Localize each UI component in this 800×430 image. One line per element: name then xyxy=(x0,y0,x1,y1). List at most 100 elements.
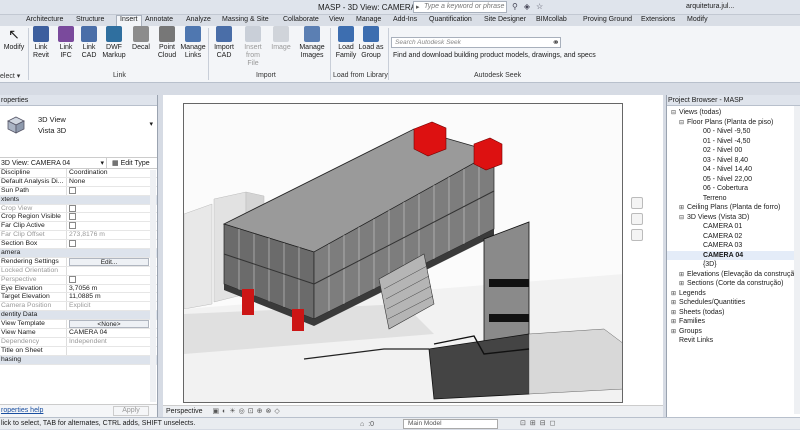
property-value[interactable]: Coordination xyxy=(67,169,157,177)
tab-extensions[interactable]: Extensions xyxy=(641,16,675,23)
checkbox[interactable] xyxy=(69,213,76,221)
tab-site-designer[interactable]: Site Designer xyxy=(484,16,526,23)
decal-button[interactable]: Decal xyxy=(128,26,154,52)
browser-item[interactable]: ⊞ Families xyxy=(667,317,800,327)
browser-item[interactable]: CAMERA 02 xyxy=(667,232,800,242)
user-account[interactable]: arquitetura.jul... xyxy=(686,3,734,10)
browser-item[interactable]: 06 - Cobertura xyxy=(667,184,800,194)
help-search-input[interactable]: ▸ Type a keyword or phrase xyxy=(413,1,507,13)
subscription-icon[interactable]: ◈ xyxy=(524,2,530,11)
type-selector[interactable]: 3D View Vista 3D ▾ xyxy=(0,106,157,158)
property-value[interactable]: Edit... xyxy=(67,257,157,266)
tab-massing-site[interactable]: Massing & Site xyxy=(222,16,269,23)
browser-item[interactable]: ⊟ Views (todas) xyxy=(667,108,800,118)
browser-item[interactable]: ⊞ Sections (Corte da construção) xyxy=(667,279,800,289)
property-value[interactable]: None xyxy=(67,178,157,186)
property-value[interactable] xyxy=(67,240,157,248)
tab-modify[interactable]: Modify xyxy=(687,16,708,23)
browser-item[interactable]: Revit Links xyxy=(667,336,800,346)
model-selector[interactable]: Main Model xyxy=(403,419,498,429)
browser-item[interactable]: ⊞ Sheets (todas) xyxy=(667,308,800,318)
view-scale-label[interactable]: Perspective xyxy=(166,408,203,415)
property-value[interactable]: 11,0885 m xyxy=(67,293,157,301)
checkbox[interactable] xyxy=(69,240,76,248)
seek-search-input[interactable]: Search Autodesk Seek xyxy=(391,37,561,48)
browser-item[interactable]: 03 - Nivel 8,40 xyxy=(667,156,800,166)
view-control-icons[interactable]: ▣◐☀◎⊡⊕⊗◇ xyxy=(213,408,283,415)
link-cad-button[interactable]: Link CAD xyxy=(76,26,102,60)
instance-filter-dropdown[interactable]: 3D View: CAMERA 04 ▾ xyxy=(0,158,107,169)
browser-scrollbar[interactable] xyxy=(794,106,800,414)
tab-analyze[interactable]: Analyze xyxy=(186,16,211,23)
browser-item[interactable]: CAMERA 04 xyxy=(667,250,800,260)
property-value[interactable]: <None> xyxy=(67,320,157,329)
viewcube-icon[interactable] xyxy=(631,229,643,241)
select-panel-label[interactable]: elect ▾ xyxy=(0,72,20,80)
point-cloud-button[interactable]: Point Cloud xyxy=(154,26,180,60)
tab-annotate[interactable]: Annotate xyxy=(145,16,173,23)
property-button[interactable]: <None> xyxy=(69,320,149,329)
steering-wheel-icon[interactable] xyxy=(631,197,643,209)
link-revit-button[interactable]: Link Revit xyxy=(28,26,54,60)
browser-item[interactable]: 00 - Nivel -9,50 xyxy=(667,127,800,137)
insert-from-file-button[interactable]: Insert from File xyxy=(240,26,266,68)
property-value[interactable]: 3,7056 m xyxy=(67,285,157,293)
tab-architecture[interactable]: Architecture xyxy=(26,16,63,23)
load-family-button[interactable]: Load Family xyxy=(333,26,359,60)
property-group[interactable]: dentity Data xyxy=(0,311,157,321)
browser-item[interactable]: {3D} xyxy=(667,260,800,270)
import-cad-button[interactable]: Import CAD xyxy=(211,26,237,60)
load-as-group-button[interactable]: Load as Group xyxy=(358,26,384,60)
tab-quantification[interactable]: Quantification xyxy=(429,16,472,23)
browser-item[interactable]: ⊞ Legends xyxy=(667,289,800,299)
binoculars-icon[interactable]: ⚭ xyxy=(552,37,560,48)
manage-images-button[interactable]: Manage Images xyxy=(299,26,325,60)
apply-button[interactable]: Apply xyxy=(113,406,149,416)
browser-item[interactable]: 04 - Nivel 14,40 xyxy=(667,165,800,175)
property-value[interactable] xyxy=(67,213,157,221)
checkbox[interactable] xyxy=(69,222,76,230)
browser-item[interactable]: ⊟ Floor Plans (Planta de piso) xyxy=(667,118,800,128)
property-group[interactable]: xtents xyxy=(0,195,157,205)
browser-item[interactable]: 01 - Nivel -4,50 xyxy=(667,137,800,147)
tab-insert[interactable]: Insert xyxy=(116,15,142,26)
edit-type-button[interactable]: ▦ Edit Type xyxy=(112,158,150,169)
browser-item[interactable]: ⊞ Ceiling Plans (Planta de forro) xyxy=(667,203,800,213)
properties-scrollbar[interactable] xyxy=(150,170,156,402)
browser-item[interactable]: CAMERA 03 xyxy=(667,241,800,251)
browser-item[interactable]: ⊞ Schedules/Quantities xyxy=(667,298,800,308)
tab-add-ins[interactable]: Add-Ins xyxy=(393,16,417,23)
3d-view-viewport[interactable] xyxy=(183,103,623,403)
tab-structure[interactable]: Structure xyxy=(76,16,104,23)
selection-filter-icons[interactable]: ⊡⊞⊟◻ xyxy=(520,418,559,429)
browser-item[interactable]: 02 - Nivel 00 xyxy=(667,146,800,156)
tab-bimcollab[interactable]: BIMcollab xyxy=(536,16,567,23)
zoom-icon[interactable] xyxy=(631,213,643,225)
browser-item[interactable]: ⊟ 3D Views (Vista 3D) xyxy=(667,213,800,223)
properties-help-link[interactable]: roperties help xyxy=(0,407,43,414)
browser-item[interactable]: CAMERA 01 xyxy=(667,222,800,232)
browser-item[interactable]: Terreno xyxy=(667,194,800,204)
binoculars-icon[interactable]: ⚲ xyxy=(512,2,518,11)
property-button[interactable]: Edit... xyxy=(69,257,149,266)
manage-links-button[interactable]: Manage Links xyxy=(180,26,206,60)
drawing-area[interactable]: Perspective ▣◐☀◎⊡⊕⊗◇ xyxy=(163,95,663,417)
property-value[interactable] xyxy=(67,186,157,195)
tab-proving-ground[interactable]: Proving Ground xyxy=(583,16,632,23)
browser-item[interactable]: 05 - Nivel 22,00 xyxy=(667,175,800,185)
dwf-markup-button[interactable]: DWF Markup xyxy=(101,26,127,60)
image-button[interactable]: Image xyxy=(268,26,294,52)
worksets-icon[interactable]: ⌂ xyxy=(360,419,364,430)
checkbox[interactable] xyxy=(69,186,76,194)
browser-item[interactable]: ⊞ Groups xyxy=(667,327,800,337)
property-group[interactable]: hasing xyxy=(0,355,157,365)
property-value[interactable]: CAMERA 04 xyxy=(67,329,157,337)
dropdown-arrow-icon[interactable]: ▾ xyxy=(149,120,153,128)
modify-button[interactable]: ↖ Modify xyxy=(2,26,26,52)
property-group[interactable]: amera xyxy=(0,249,157,258)
tab-view[interactable]: View xyxy=(329,16,344,23)
browser-item[interactable]: ⊞ Elevations (Elevação da construção) xyxy=(667,270,800,280)
tab-collaborate[interactable]: Collaborate xyxy=(283,16,319,23)
property-value[interactable] xyxy=(67,222,157,230)
tab-manage[interactable]: Manage xyxy=(356,16,381,23)
